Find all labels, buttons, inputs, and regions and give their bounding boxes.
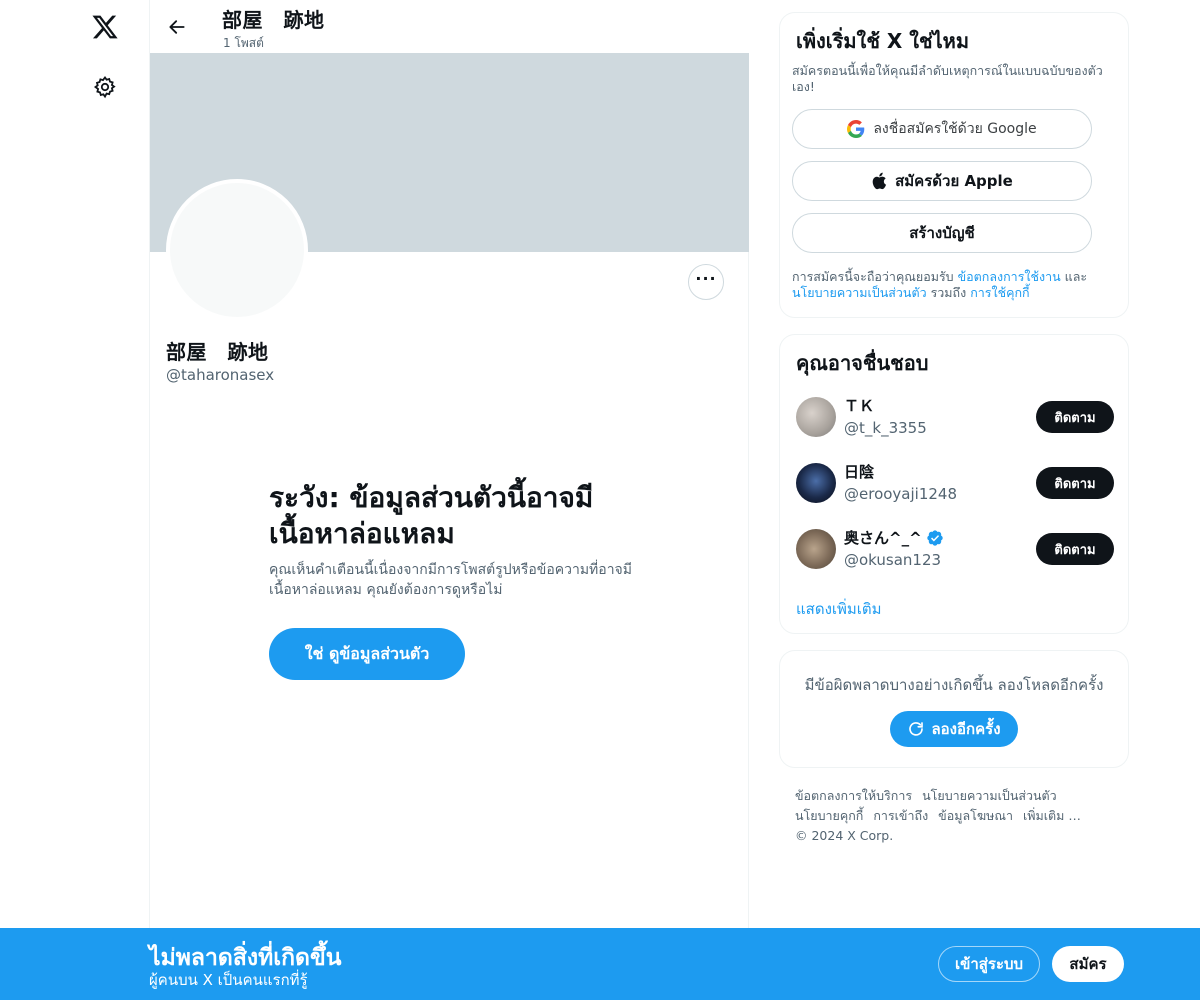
footer-link[interactable]: ข้อมูลโฆษณา (938, 808, 1013, 823)
copyright: © 2024 X Corp. (795, 828, 894, 843)
warning-title: ระวัง: ข้อมูลส่วนตัวนี้อาจมีเนื้อหาล่อแห… (269, 481, 594, 550)
google-signup-label: ลงชื่อสมัครใช้ด้วย Google (873, 121, 1037, 137)
terms-and: และ (1060, 269, 1088, 284)
more-options-button[interactable]: ··· (688, 264, 724, 300)
warning-body: คุณเห็นคำเตือนนี้เนื่องจากมีการโพสต์รูปห… (269, 562, 632, 598)
avatar[interactable] (796, 529, 836, 569)
google-signup-button[interactable]: ลงชื่อสมัครใช้ด้วย Google (792, 109, 1092, 149)
user-name: 奥さん^_^ (844, 529, 922, 547)
signup-bottom-bar: ไม่พลาดสิ่งที่เกิดขึ้น ผู้คนบน X เป็นคนแ… (0, 928, 1200, 1000)
terms-prefix: การสมัครนี้จะถือว่าคุณยอมรับ (792, 269, 958, 284)
profile-handle: @taharonasex (166, 366, 275, 384)
footer-link[interactable]: การเข้าถึง (873, 808, 928, 823)
footer-link[interactable]: เพิ่มเติม … (1023, 808, 1081, 823)
terms-of-service-link[interactable]: ข้อตกลงการใช้งาน (958, 269, 1061, 284)
user-name-row[interactable]: 奥さん^_^ (844, 527, 944, 548)
retry-label: ลองอีกครั้ง (931, 720, 1001, 738)
who-to-follow-card: คุณอาจชื่นชอบ ＴＫ @t_k_3355 ติดตาม 日陰 @er… (779, 334, 1129, 634)
create-account-button[interactable]: สร้างบัญชี (792, 213, 1092, 253)
profile-name: 部屋 跡地 (166, 340, 269, 364)
verified-badge-icon (926, 529, 944, 547)
ellipsis-icon: ··· (695, 269, 717, 288)
list-item[interactable]: 奥さん^_^ @okusan123 ติดตาม (796, 529, 1114, 573)
show-more-link[interactable]: แสดงเพิ่มเติม (796, 597, 882, 621)
footer-row: นโยบายคุกกี้ การเข้าถึง ข้อมูลโฆษณา เพิ่มเต… (795, 806, 1115, 826)
user-handle: @erooyaji1248 (844, 485, 957, 503)
profile-column: 部屋 跡地 1 โพสต์ ··· 部屋 跡地 @taharonasex ระว… (149, 0, 750, 1000)
footer-row: ข้อตกลงการให้บริการ นโยบายความเป็นส่วนตัว (795, 786, 1115, 806)
post-count: 1 โพสต์ (223, 36, 264, 50)
avatar[interactable] (796, 463, 836, 503)
signup-card: เพิ่งเริ่มใช้ X ใช่ไหม สมัครตอนนี้เพื่อใ… (779, 12, 1129, 318)
back-arrow-icon[interactable] (162, 12, 192, 42)
profile-avatar (166, 179, 308, 321)
error-card: มีข้อผิดพลาดบางอย่างเกิดขึ้น ลองโหลดอีกค… (779, 650, 1129, 768)
follow-button[interactable]: ติดตาม (1036, 467, 1114, 499)
signup-description: สมัครตอนนี้เพื่อให้คุณมีลำดับเหตุการณ์ใน… (792, 63, 1103, 94)
avatar[interactable] (796, 397, 836, 437)
list-item[interactable]: 日陰 @erooyaji1248 ติดตาม (796, 463, 1114, 507)
terms-including: รวมถึง (926, 285, 971, 300)
footer-links: ข้อตกลงการให้บริการ นโยบายความเป็นส่วนตัว… (795, 786, 1115, 846)
left-nav (0, 0, 150, 1000)
signup-button[interactable]: สมัคร (1052, 946, 1124, 982)
footer-link[interactable]: ข้อตกลงการให้บริการ (795, 788, 912, 803)
view-profile-button[interactable]: ใช่ ดูข้อมูลส่วนตัว (269, 628, 465, 680)
header-title: 部屋 跡地 (222, 8, 325, 32)
x-logo-icon[interactable] (88, 10, 122, 44)
gear-icon[interactable] (88, 70, 122, 104)
user-handle: @t_k_3355 (844, 419, 927, 437)
cookie-use-link[interactable]: การใช้คุกกี้ (970, 285, 1029, 300)
refresh-icon (907, 720, 925, 738)
login-button[interactable]: เข้าสู่ระบบ (938, 946, 1040, 982)
user-handle: @okusan123 (844, 551, 942, 569)
terms-text: การสมัครนี้จะถือว่าคุณยอมรับ ข้อตกลงการใ… (792, 269, 1122, 301)
privacy-policy-link[interactable]: นโยบายความเป็นส่วนตัว (792, 285, 927, 300)
profile-header-bar: 部屋 跡地 1 โพสต์ (150, 0, 750, 53)
user-name[interactable]: ＴＫ (844, 395, 874, 416)
bottom-bar-subtitle: ผู้คนบน X เป็นคนแรกที่รู้ (149, 971, 308, 989)
retry-button[interactable]: ลองอีกครั้ง (890, 711, 1018, 747)
who-to-follow-title: คุณอาจชื่นชอบ (796, 351, 929, 375)
google-icon (847, 120, 865, 138)
sensitive-warning: ระวัง: ข้อมูลส่วนตัวนี้อาจมีเนื้อหาล่อแห… (269, 480, 639, 600)
apple-icon (871, 172, 887, 190)
footer-link[interactable]: นโยบายความเป็นส่วนตัว (922, 788, 1057, 803)
footer-link[interactable]: นโยบายคุกกี้ (795, 808, 863, 823)
list-item[interactable]: ＴＫ @t_k_3355 ติดตาม (796, 397, 1114, 441)
follow-button[interactable]: ติดตาม (1036, 533, 1114, 565)
signup-title: เพิ่งเริ่มใช้ X ใช่ไหม (796, 29, 969, 53)
user-name[interactable]: 日陰 (844, 461, 874, 482)
apple-signup-button[interactable]: สมัครด้วย Apple (792, 161, 1092, 201)
error-message: มีข้อผิดพลาดบางอย่างเกิดขึ้น ลองโหลดอีกค… (804, 676, 1104, 694)
follow-button[interactable]: ติดตาม (1036, 401, 1114, 433)
apple-signup-label: สมัครด้วย Apple (895, 172, 1013, 190)
